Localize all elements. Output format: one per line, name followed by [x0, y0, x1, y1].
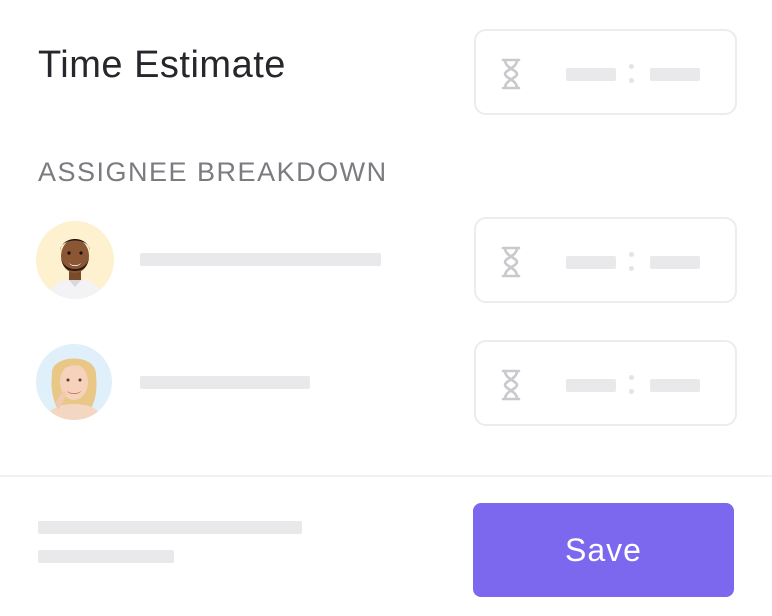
minutes-placeholder — [650, 256, 700, 269]
time-separator — [629, 64, 634, 86]
assignee-time-input[interactable] — [474, 217, 737, 303]
avatar — [36, 344, 112, 420]
minutes-placeholder — [650, 379, 700, 392]
hours-placeholder — [566, 68, 616, 81]
time-separator — [629, 375, 634, 397]
footer-divider — [0, 475, 772, 477]
save-button[interactable]: Save — [473, 503, 734, 597]
man-avatar — [36, 221, 114, 299]
footer-text-placeholder — [38, 550, 174, 563]
assignee-name-placeholder — [140, 253, 381, 266]
total-time-input[interactable] — [474, 29, 737, 115]
assignee-time-input[interactable] — [474, 340, 737, 426]
minutes-placeholder — [650, 68, 700, 81]
avatar — [36, 221, 114, 299]
assignee-name-placeholder — [140, 376, 310, 389]
footer-text-placeholder — [38, 521, 302, 534]
page-title: Time Estimate — [38, 44, 286, 86]
hourglass-icon — [501, 246, 521, 278]
hourglass-icon — [501, 369, 521, 401]
hours-placeholder — [566, 256, 616, 269]
hours-placeholder — [566, 379, 616, 392]
time-separator — [629, 252, 634, 274]
woman-avatar — [36, 344, 112, 420]
section-heading: ASSIGNEE BREAKDOWN — [38, 157, 388, 187]
hourglass-icon — [501, 58, 521, 90]
